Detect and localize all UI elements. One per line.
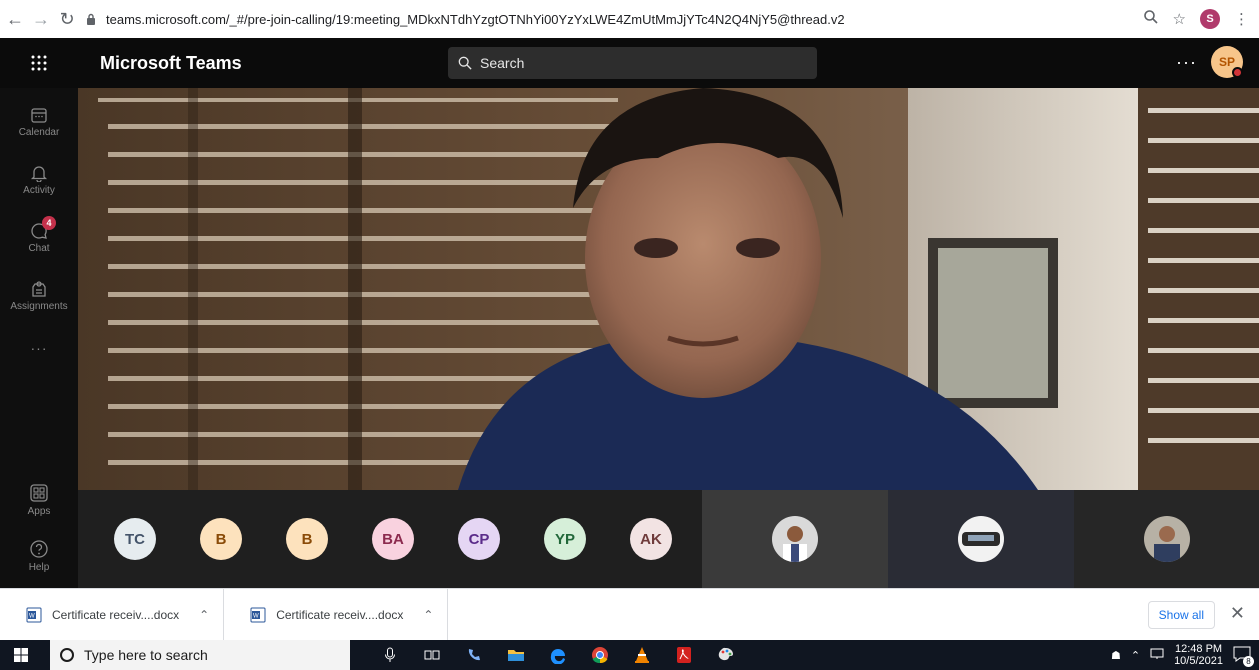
participant-tile[interactable]: YP: [522, 490, 608, 588]
microphone-icon[interactable]: [380, 645, 400, 665]
participant-tile[interactable]: B: [264, 490, 350, 588]
app-launcher-icon[interactable]: [0, 38, 78, 88]
word-file-icon: W: [26, 607, 42, 623]
calendar-icon: [31, 108, 47, 123]
acrobat-icon[interactable]: [674, 645, 694, 665]
search-placeholder: Search: [480, 55, 525, 71]
chrome-browser-icon[interactable]: [590, 645, 610, 665]
download-filename: Certificate receiv....docx: [52, 607, 180, 622]
phone-app-icon[interactable]: [464, 645, 484, 665]
downloads-bar: W Certificate receiv....docx ⌃ W Certifi…: [0, 588, 1259, 641]
help-icon: [30, 540, 48, 558]
taskbar-clock[interactable]: 12:48 PM 10/5/2021: [1174, 643, 1223, 667]
forward-arrow-icon[interactable]: →: [30, 8, 52, 30]
browser-profile-avatar[interactable]: S: [1200, 9, 1220, 29]
participant-strip: TC B B BA CP YP AK: [78, 490, 1259, 588]
lock-icon: [84, 12, 98, 26]
show-all-button[interactable]: Show all: [1147, 601, 1215, 629]
task-view-icon[interactable]: [422, 645, 442, 665]
participant-photo-tile[interactable]: [888, 490, 1074, 588]
participant-photo: [772, 516, 818, 562]
participant-tile[interactable]: CP: [436, 490, 522, 588]
teams-header: Microsoft Teams Search ··· SP: [0, 38, 1259, 88]
participant-avatar: TC: [114, 518, 156, 560]
app-title: Microsoft Teams: [100, 52, 242, 73]
clock-time: 12:48 PM: [1174, 643, 1223, 655]
download-item[interactable]: W Certificate receiv....docx ⌃: [0, 588, 225, 641]
speaker-video-image: [78, 88, 1259, 490]
more-icon: ···: [30, 340, 48, 356]
participant-avatar: B: [286, 518, 328, 560]
download-item[interactable]: W Certificate receiv....docx ⌃: [224, 588, 449, 641]
participant-tile[interactable]: BA: [350, 490, 436, 588]
participant-photo-tile[interactable]: [1074, 490, 1259, 588]
windows-taskbar: Type here to search ☗ ⌃ 12:48 PM 10/5/20…: [0, 640, 1259, 670]
participant-tile[interactable]: AK: [608, 490, 694, 588]
chevron-up-icon[interactable]: ⌃: [199, 608, 209, 622]
status-badge: [1232, 67, 1243, 78]
browser-menu-icon[interactable]: ⋮: [1234, 10, 1249, 28]
zoom-icon[interactable]: [1143, 9, 1159, 29]
close-icon[interactable]: ✕: [1230, 603, 1245, 624]
more-options-icon[interactable]: ···: [1176, 52, 1197, 73]
search-icon: [458, 56, 472, 70]
paint-icon[interactable]: [716, 645, 736, 665]
taskbar-search-input[interactable]: Type here to search: [50, 640, 350, 670]
windows-start-icon[interactable]: [0, 640, 42, 670]
participant-avatar: AK: [630, 518, 672, 560]
rail-item-help[interactable]: Help: [0, 528, 78, 584]
download-filename: Certificate receiv....docx: [276, 607, 404, 622]
assignments-icon: [32, 281, 46, 297]
rail-item-chat[interactable]: 4 Chat: [0, 210, 78, 266]
reload-icon[interactable]: ↻: [56, 8, 78, 30]
rail-item-apps[interactable]: Apps: [0, 472, 78, 528]
participant-tile[interactable]: TC: [92, 490, 178, 588]
app-rail: Calendar Activity 4 Chat Assignments ···…: [0, 88, 78, 588]
rail-item-more[interactable]: ···: [0, 320, 78, 376]
participant-photo-tile[interactable]: [702, 490, 888, 588]
notification-count: 8: [1243, 655, 1254, 667]
main-video-feed: [78, 88, 1259, 490]
bell-icon: [30, 166, 48, 182]
search-input[interactable]: Search: [448, 47, 817, 79]
address-bar[interactable]: teams.microsoft.com/_#/pre-join-calling/…: [84, 5, 1143, 33]
rail-item-calendar[interactable]: Calendar: [0, 94, 78, 150]
browser-toolbar: ← → ↻ teams.microsoft.com/_#/pre-join-ca…: [0, 0, 1259, 38]
back-arrow-icon[interactable]: ←: [4, 8, 26, 30]
system-tray: ☗ ⌃ 12:48 PM 10/5/2021 8: [1111, 640, 1254, 670]
file-explorer-icon[interactable]: [506, 645, 526, 665]
chat-unread-badge: 4: [42, 216, 56, 230]
clock-date: 10/5/2021: [1174, 655, 1223, 667]
word-file-icon: W: [250, 607, 266, 623]
edge-browser-icon[interactable]: [548, 645, 568, 665]
user-avatar[interactable]: SP: [1211, 46, 1243, 78]
participant-tile[interactable]: B: [178, 490, 264, 588]
svg-text:W: W: [29, 613, 35, 619]
participant-avatar: CP: [458, 518, 500, 560]
rail-item-assignments[interactable]: Assignments: [0, 268, 78, 324]
svg-text:W: W: [253, 613, 259, 619]
rail-item-activity[interactable]: Activity: [0, 152, 78, 208]
vlc-icon[interactable]: [632, 645, 652, 665]
chevron-up-icon[interactable]: ⌃: [423, 608, 433, 622]
people-icon[interactable]: ☗: [1111, 649, 1121, 662]
network-icon[interactable]: [1150, 648, 1164, 663]
user-initials: SP: [1218, 55, 1235, 69]
participant-avatar: B: [200, 518, 242, 560]
participant-photo: [1144, 516, 1190, 562]
bookmark-star-icon[interactable]: ☆: [1173, 10, 1186, 28]
url-text[interactable]: teams.microsoft.com/_#/pre-join-calling/…: [106, 12, 845, 27]
participant-avatar: YP: [544, 518, 586, 560]
taskbar-search-placeholder: Type here to search: [84, 647, 208, 663]
participant-photo: [958, 516, 1004, 562]
cortana-icon: [60, 648, 74, 662]
notification-center-icon[interactable]: 8: [1233, 646, 1254, 667]
apps-icon: [30, 484, 48, 502]
participant-avatar: BA: [372, 518, 414, 560]
chevron-up-icon[interactable]: ⌃: [1131, 649, 1140, 662]
